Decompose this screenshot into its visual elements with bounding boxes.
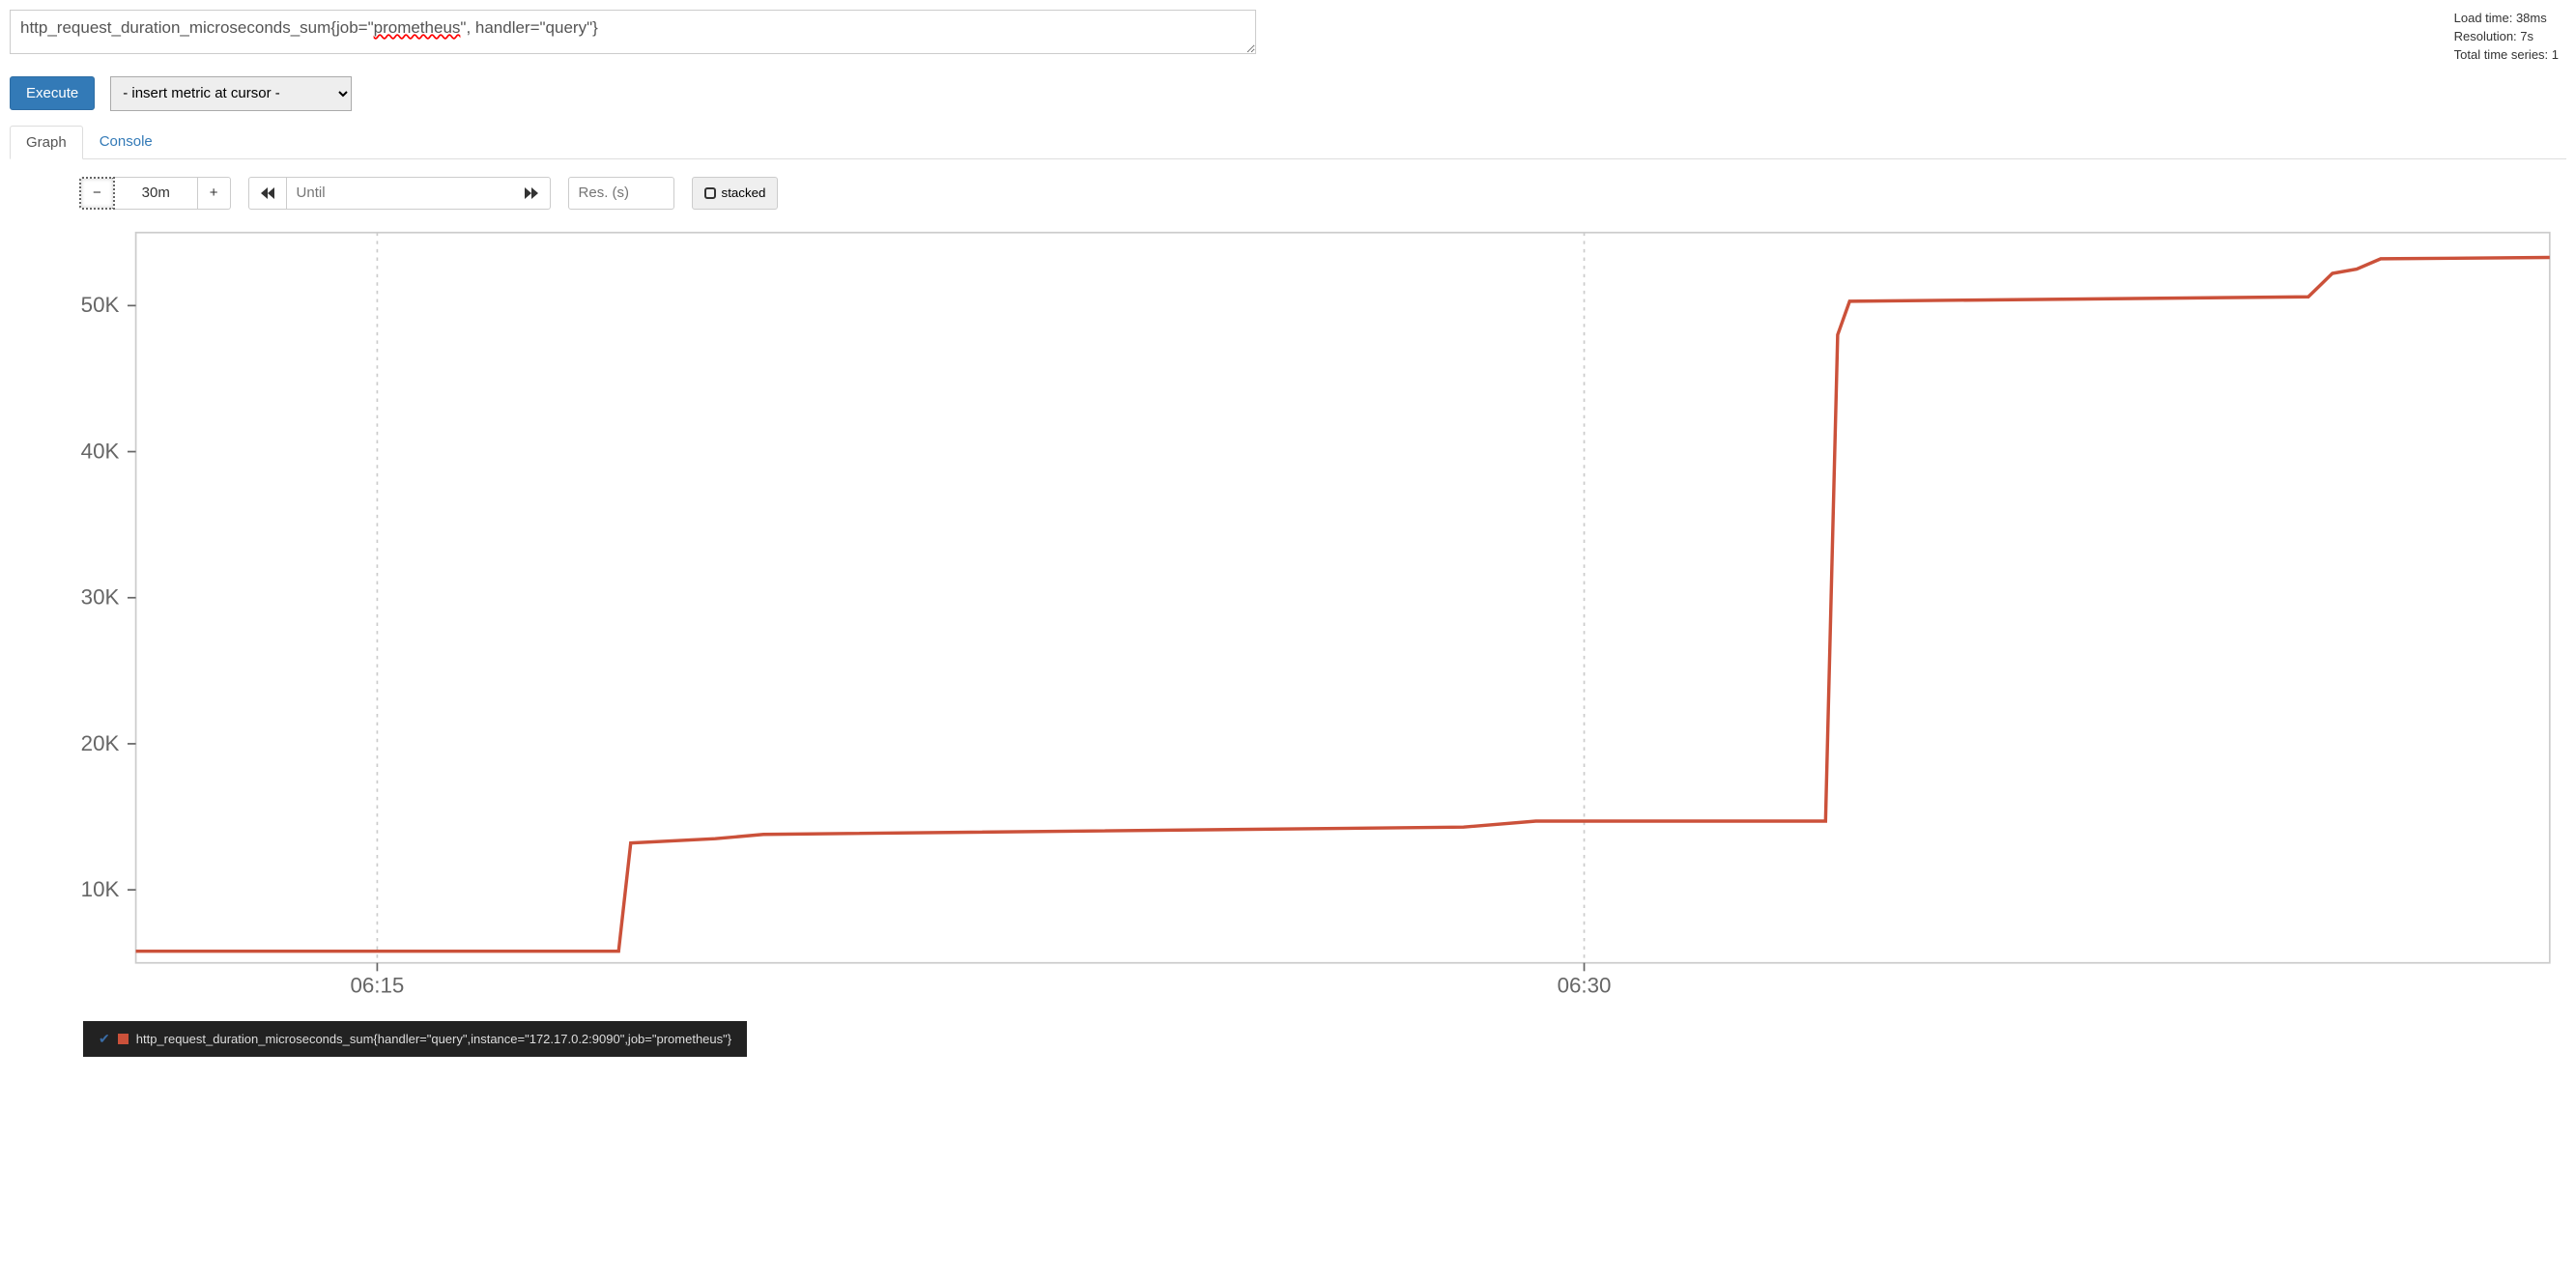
graph-controls: − 30m + stacked	[79, 177, 2566, 210]
tab-bar: Graph Console	[10, 125, 2566, 159]
total-series-label: Total time series: 1	[2454, 46, 2559, 65]
time-next-button[interactable]	[513, 177, 551, 210]
tab-graph[interactable]: Graph	[10, 126, 83, 159]
legend-text: http_request_duration_microseconds_sum{h…	[136, 1032, 731, 1046]
stacked-label: stacked	[722, 185, 766, 200]
resolution-input[interactable]	[568, 177, 674, 210]
svg-text:50K: 50K	[81, 293, 120, 317]
svg-text:20K: 20K	[81, 730, 120, 754]
query-stats: Load time: 38ms Resolution: 7s Total tim…	[2454, 10, 2566, 65]
resolution-label: Resolution: 7s	[2454, 28, 2559, 46]
legend-swatch	[118, 1034, 129, 1044]
time-prev-button[interactable]	[248, 177, 287, 210]
unstacked-icon	[704, 187, 716, 199]
range-decrease-button[interactable]: −	[79, 177, 115, 210]
time-nav-group	[248, 177, 551, 210]
execute-button[interactable]: Execute	[10, 76, 95, 110]
until-input[interactable]	[287, 177, 513, 210]
stacked-toggle[interactable]: stacked	[692, 177, 779, 210]
svg-text:40K: 40K	[81, 439, 120, 463]
check-icon: ✔	[99, 1031, 110, 1047]
rewind-icon	[261, 187, 274, 199]
promql-query-input[interactable]: http_request_duration_microseconds_sum{j…	[10, 10, 1256, 54]
execute-row: Execute - insert metric at cursor -	[10, 76, 2566, 111]
metric-select[interactable]: - insert metric at cursor -	[110, 76, 352, 111]
svg-text:30K: 30K	[81, 584, 120, 609]
svg-text:06:15: 06:15	[350, 973, 404, 997]
line-chart[interactable]: 10K 20K 30K 40K 50K 06:15 06:30	[10, 219, 2566, 1016]
tab-console[interactable]: Console	[83, 125, 169, 158]
query-row: http_request_duration_microseconds_sum{j…	[10, 10, 2566, 65]
svg-text:10K: 10K	[81, 877, 120, 901]
range-value: 30m	[115, 177, 198, 210]
range-group: − 30m +	[79, 177, 231, 210]
chart-legend[interactable]: ✔ http_request_duration_microseconds_sum…	[83, 1021, 747, 1057]
load-time-label: Load time: 38ms	[2454, 10, 2559, 28]
graph-area: 10K 20K 30K 40K 50K 06:15 06:30	[10, 219, 2566, 1016]
forward-icon	[525, 187, 538, 199]
svg-text:06:30: 06:30	[1558, 973, 1612, 997]
range-increase-button[interactable]: +	[198, 177, 231, 210]
